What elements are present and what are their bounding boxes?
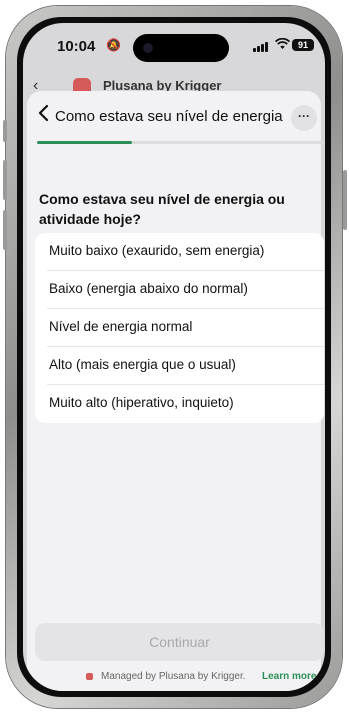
sheet-header: Como estava seu nível de energia ... ··· <box>27 91 321 139</box>
footer: Managed by Plusana by Krigger. Learn mor… <box>27 670 321 688</box>
status-time: 10:04 <box>57 38 96 55</box>
learn-more-link[interactable]: Learn more <box>262 671 316 682</box>
cellular-signal-icon <box>253 41 269 52</box>
screen: 10:04 🔕 91 ‹ Plusana by Krigger Como est… <box>23 23 325 691</box>
phone-bezel: 10:04 🔕 91 ‹ Plusana by Krigger Como est… <box>17 17 331 697</box>
action-button <box>3 120 7 142</box>
continue-button[interactable]: Continuar <box>35 623 324 661</box>
dynamic-island <box>133 34 229 62</box>
bell-muted-icon: 🔕 <box>106 38 121 52</box>
option-muito-baixo[interactable]: Muito baixo (exaurido, sem energia) <box>35 233 324 271</box>
volume-down-button <box>3 210 7 250</box>
more-options-button[interactable]: ··· <box>291 105 317 131</box>
battery-icon: 91 <box>292 39 314 51</box>
option-muito-alto[interactable]: Muito alto (hiperativo, inquieto) <box>35 385 324 423</box>
back-chevron-icon[interactable] <box>37 104 49 126</box>
power-button <box>343 170 347 230</box>
progress-bar <box>37 141 325 144</box>
option-label: Muito alto (hiperativo, inquieto) <box>49 395 234 410</box>
brand-logo-icon <box>86 673 93 680</box>
option-label: Alto (mais energia que o usual) <box>49 357 236 372</box>
camera-icon <box>143 43 153 53</box>
survey-sheet: Como estava seu nível de energia ... ···… <box>27 91 325 691</box>
phone-frame: 10:04 🔕 91 ‹ Plusana by Krigger Como est… <box>6 6 342 708</box>
wifi-icon <box>274 37 291 53</box>
managed-by-text: Managed by Plusana by Krigger. <box>101 671 246 682</box>
option-label: Baixo (energia abaixo do normal) <box>49 281 248 296</box>
question-text: Como estava seu nível de energia ou ativ… <box>39 191 285 227</box>
sheet-title: Como estava seu nível de energia ... <box>55 108 285 125</box>
option-label: Muito baixo (exaurido, sem energia) <box>49 243 265 258</box>
options-list: Muito baixo (exaurido, sem energia) Baix… <box>35 233 324 423</box>
progress-fill <box>37 141 133 144</box>
option-alto[interactable]: Alto (mais energia que o usual) <box>35 347 324 385</box>
status-bar: 10:04 🔕 91 <box>23 23 325 67</box>
option-label: Nível de energia normal <box>49 319 193 334</box>
volume-up-button <box>3 160 7 200</box>
option-normal[interactable]: Nível de energia normal <box>35 309 324 347</box>
option-baixo[interactable]: Baixo (energia abaixo do normal) <box>35 271 324 309</box>
